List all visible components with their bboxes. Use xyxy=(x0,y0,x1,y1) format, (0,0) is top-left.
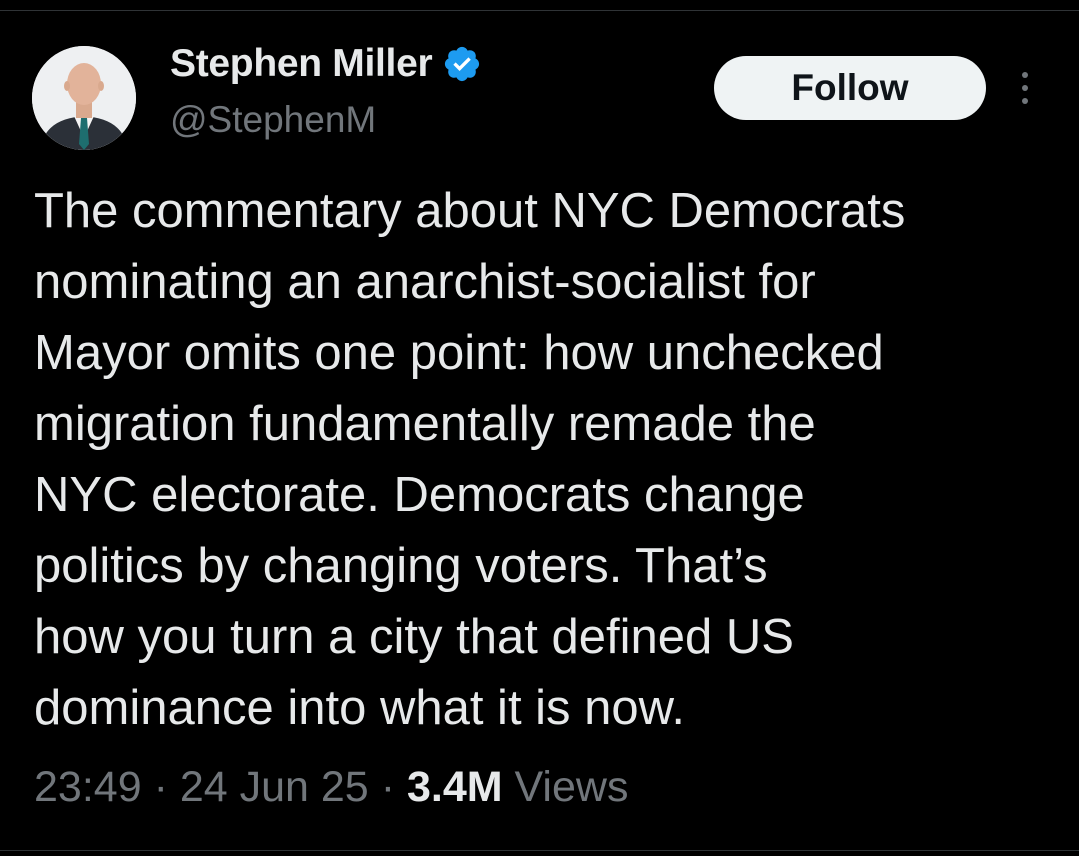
tweet-text-line: Mayor omits one point: how unchecked xyxy=(34,326,884,380)
avatar[interactable] xyxy=(32,46,136,150)
author-name-row[interactable]: Stephen Miller xyxy=(170,42,482,86)
tweet-text-line: how you turn a city that defined US xyxy=(34,610,794,664)
tweet-time: 23:49 xyxy=(34,763,142,811)
profile-photo-icon xyxy=(32,46,136,150)
tweet-text: The commentary about NYC Democrats nomin… xyxy=(34,176,1054,744)
follow-button[interactable]: Follow xyxy=(714,56,986,120)
bottom-divider xyxy=(0,850,1079,851)
author-display-name[interactable]: Stephen Miller xyxy=(170,42,433,86)
views-count: 3.4M xyxy=(406,763,503,811)
tweet-text-line: nominating an anarchist-socialist for xyxy=(34,255,816,309)
tweet-metadata: 23:49 · 24 Jun 25 · 3.4M Views xyxy=(34,763,628,812)
tweet-text-line: NYC electorate. Democrats change xyxy=(34,468,805,522)
more-vertical-icon[interactable] xyxy=(1010,68,1040,108)
tweet-timestamp-link[interactable]: 23:49 · 24 Jun 25 xyxy=(34,763,369,811)
tweet-text-line: politics by changing voters. That’s xyxy=(34,539,768,593)
views-label: Views xyxy=(514,763,629,811)
tweet-text-line: dominance into what it is now. xyxy=(34,681,685,735)
verified-badge-icon[interactable] xyxy=(442,44,482,84)
author-handle[interactable]: @StephenM xyxy=(170,99,376,141)
tweet-text-line: migration fundamentally remade the xyxy=(34,397,816,451)
meta-separator: · xyxy=(153,763,168,811)
tweet-text-line: The commentary about NYC Democrats xyxy=(34,184,906,238)
meta-separator: · xyxy=(380,763,396,811)
top-divider xyxy=(0,10,1079,11)
tweet-date: 24 Jun 25 xyxy=(179,763,369,811)
